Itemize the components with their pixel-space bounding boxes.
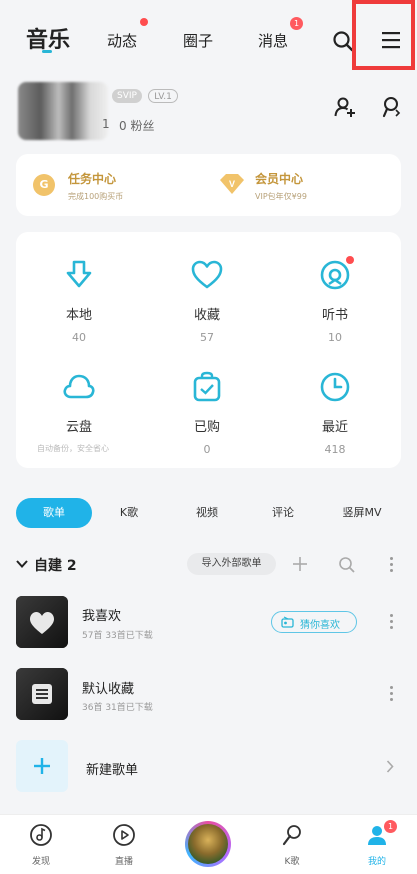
task-center-title: 任务中心 [68, 172, 117, 186]
library-local[interactable]: 本地 40 [34, 258, 124, 344]
add-friend-icon[interactable] [334, 96, 356, 118]
cover-heart-icon [30, 612, 54, 634]
playlist-meta-default: 36首 31首已下载 [82, 703, 153, 713]
vip-diamond-icon: V [220, 174, 244, 194]
tab-feed[interactable]: 动态 [107, 30, 137, 51]
feed-red-dot [140, 18, 148, 26]
active-tab-indicator [42, 50, 52, 53]
follow-count[interactable]: 1 [102, 117, 110, 131]
nav-discover[interactable]: 发现 [11, 823, 71, 867]
mine-badge: 1 [384, 820, 397, 833]
library-local-count: 40 [72, 331, 86, 344]
now-playing-avatar[interactable] [185, 821, 231, 867]
library-audiobooks-label: 听书 [321, 308, 348, 323]
play-circle-icon [113, 824, 135, 846]
library-audiobooks[interactable]: 听书 10 [290, 258, 380, 344]
messages-badge: 1 [290, 17, 303, 30]
import-playlist-button[interactable]: 导入外部歌单 [187, 553, 276, 575]
add-icon[interactable] [292, 556, 308, 572]
chevron-right-icon[interactable] [386, 760, 394, 773]
clock-icon [320, 372, 350, 402]
nav-ksong-label: K歌 [284, 857, 300, 867]
download-icon [66, 260, 92, 288]
bottom-navigation: 发现 直播 K歌 我的 1 [0, 814, 417, 874]
library-favorites[interactable]: 收藏 57 [162, 258, 252, 344]
heart-icon [191, 260, 223, 289]
nav-live-label: 直播 [114, 857, 133, 867]
task-coin-icon: G [33, 174, 55, 196]
library-cloud-subtitle: 自动备份，安全省心 [37, 444, 109, 453]
library-recent-count: 418 [324, 443, 346, 456]
segment-playlists[interactable]: 歌单 [16, 498, 92, 528]
library-favorites-count: 57 [200, 331, 214, 344]
nav-mine[interactable]: 我的 [347, 823, 407, 867]
nav-live[interactable]: 直播 [94, 823, 154, 867]
library-purchased[interactable]: 已购 0 [162, 370, 252, 456]
plus-icon [34, 758, 50, 774]
tab-messages[interactable]: 消息 [258, 30, 288, 51]
mic-icon[interactable] [381, 96, 403, 118]
segment-comments[interactable]: 评论 [258, 498, 308, 528]
library-cloud-label: 云盘 [65, 420, 92, 435]
section-more-icon[interactable] [389, 557, 393, 573]
library-cloud[interactable]: 云盘 自动备份，安全省心 [34, 370, 124, 454]
microphone-icon [282, 825, 301, 846]
new-playlist-tile[interactable] [16, 740, 68, 792]
library-purchased-count: 0 [203, 443, 211, 456]
cover-list-icon [32, 684, 52, 704]
segment-vertical-mv[interactable]: 竖屏MV [332, 498, 392, 528]
library-recent-label: 最近 [321, 420, 348, 435]
library-local-label: 本地 [65, 308, 92, 323]
playlist-more-icon-default[interactable] [389, 686, 393, 702]
tab-circle[interactable]: 圈子 [183, 30, 213, 51]
segment-videos[interactable]: 视频 [182, 498, 232, 528]
library-recent[interactable]: 最近 418 [290, 370, 380, 456]
fans-count[interactable]: 0 粉丝 [119, 117, 154, 134]
segment-ksong[interactable]: K歌 [104, 498, 154, 528]
cloud-icon [63, 374, 95, 399]
vip-center-subtitle: VIP包年仅¥99 [255, 192, 307, 201]
library-purchased-label: 已购 [193, 420, 220, 435]
chevron-down-icon[interactable] [16, 559, 28, 569]
playlist-cover-default[interactable] [16, 668, 68, 720]
guess-you-like-button[interactable]: 猜你喜欢 [271, 611, 357, 633]
svip-badge: SVIP [112, 89, 142, 103]
playlist-name-default[interactable]: 默认收藏 [82, 678, 134, 697]
new-playlist-label[interactable]: 新建歌单 [86, 759, 138, 778]
nav-discover-label: 发现 [31, 857, 50, 867]
radio-icon [281, 616, 294, 628]
section-search-icon[interactable] [338, 556, 355, 573]
search-icon[interactable] [332, 30, 354, 52]
library-favorites-label: 收藏 [193, 308, 220, 323]
music-note-icon [30, 824, 52, 846]
nav-mine-label: 我的 [367, 857, 386, 867]
vip-center-title: 会员中心 [255, 172, 304, 186]
playlist-cover-liked[interactable] [16, 596, 68, 648]
playlist-more-icon-liked[interactable] [389, 614, 393, 630]
avatar-blurred[interactable] [18, 82, 108, 140]
audiobooks-red-dot [346, 256, 354, 264]
purchased-bag-icon [193, 371, 221, 402]
menu-highlight-box [352, 0, 415, 70]
task-center-subtitle: 完成100购买币 [68, 192, 124, 201]
vip-icon-letter: V [229, 179, 235, 189]
nav-ksong[interactable]: K歌 [262, 823, 322, 867]
library-audiobooks-count: 10 [328, 331, 342, 344]
level-badge: LV.1 [148, 89, 178, 103]
playlist-meta-liked: 57首 33首已下载 [82, 631, 153, 641]
section-title: 自建 2 [34, 558, 77, 574]
guess-you-like-label: 猜你喜欢 [300, 620, 340, 631]
playlist-name-liked[interactable]: 我喜欢 [82, 605, 121, 624]
